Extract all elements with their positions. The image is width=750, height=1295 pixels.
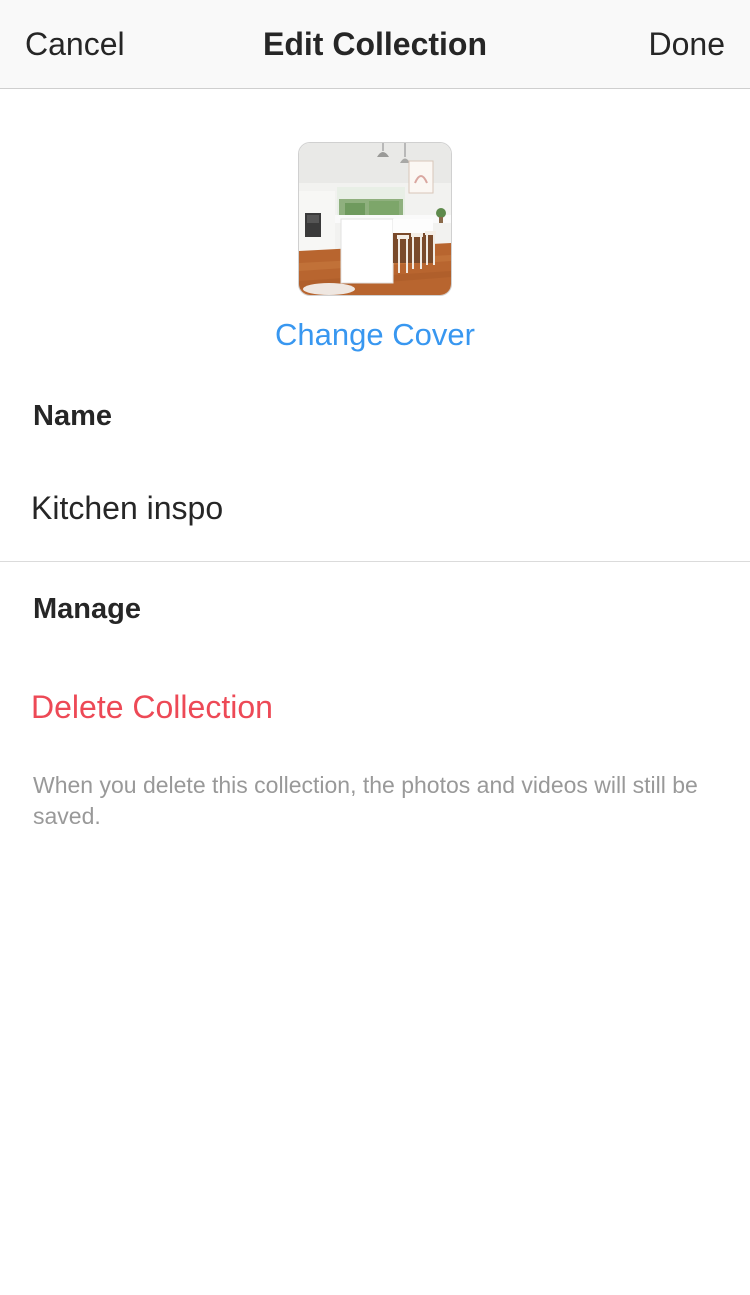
manage-section-label: Manage	[33, 593, 141, 625]
collection-cover-image[interactable]	[298, 142, 452, 296]
edit-collection-screen: Cancel Edit Collection Done Change Cover…	[0, 0, 750, 1295]
change-cover-button[interactable]: Change Cover	[0, 316, 750, 354]
kitchen-photo-icon	[299, 143, 451, 295]
collection-name-input[interactable]	[31, 486, 721, 530]
name-section-label: Name	[33, 400, 112, 432]
done-button[interactable]: Done	[649, 24, 726, 64]
section-divider	[0, 561, 750, 562]
delete-collection-button[interactable]: Delete Collection	[31, 687, 273, 727]
navigation-bar: Cancel Edit Collection Done	[0, 0, 750, 89]
delete-collection-note: When you delete this collection, the pho…	[33, 772, 698, 829]
page-title: Edit Collection	[263, 26, 487, 62]
